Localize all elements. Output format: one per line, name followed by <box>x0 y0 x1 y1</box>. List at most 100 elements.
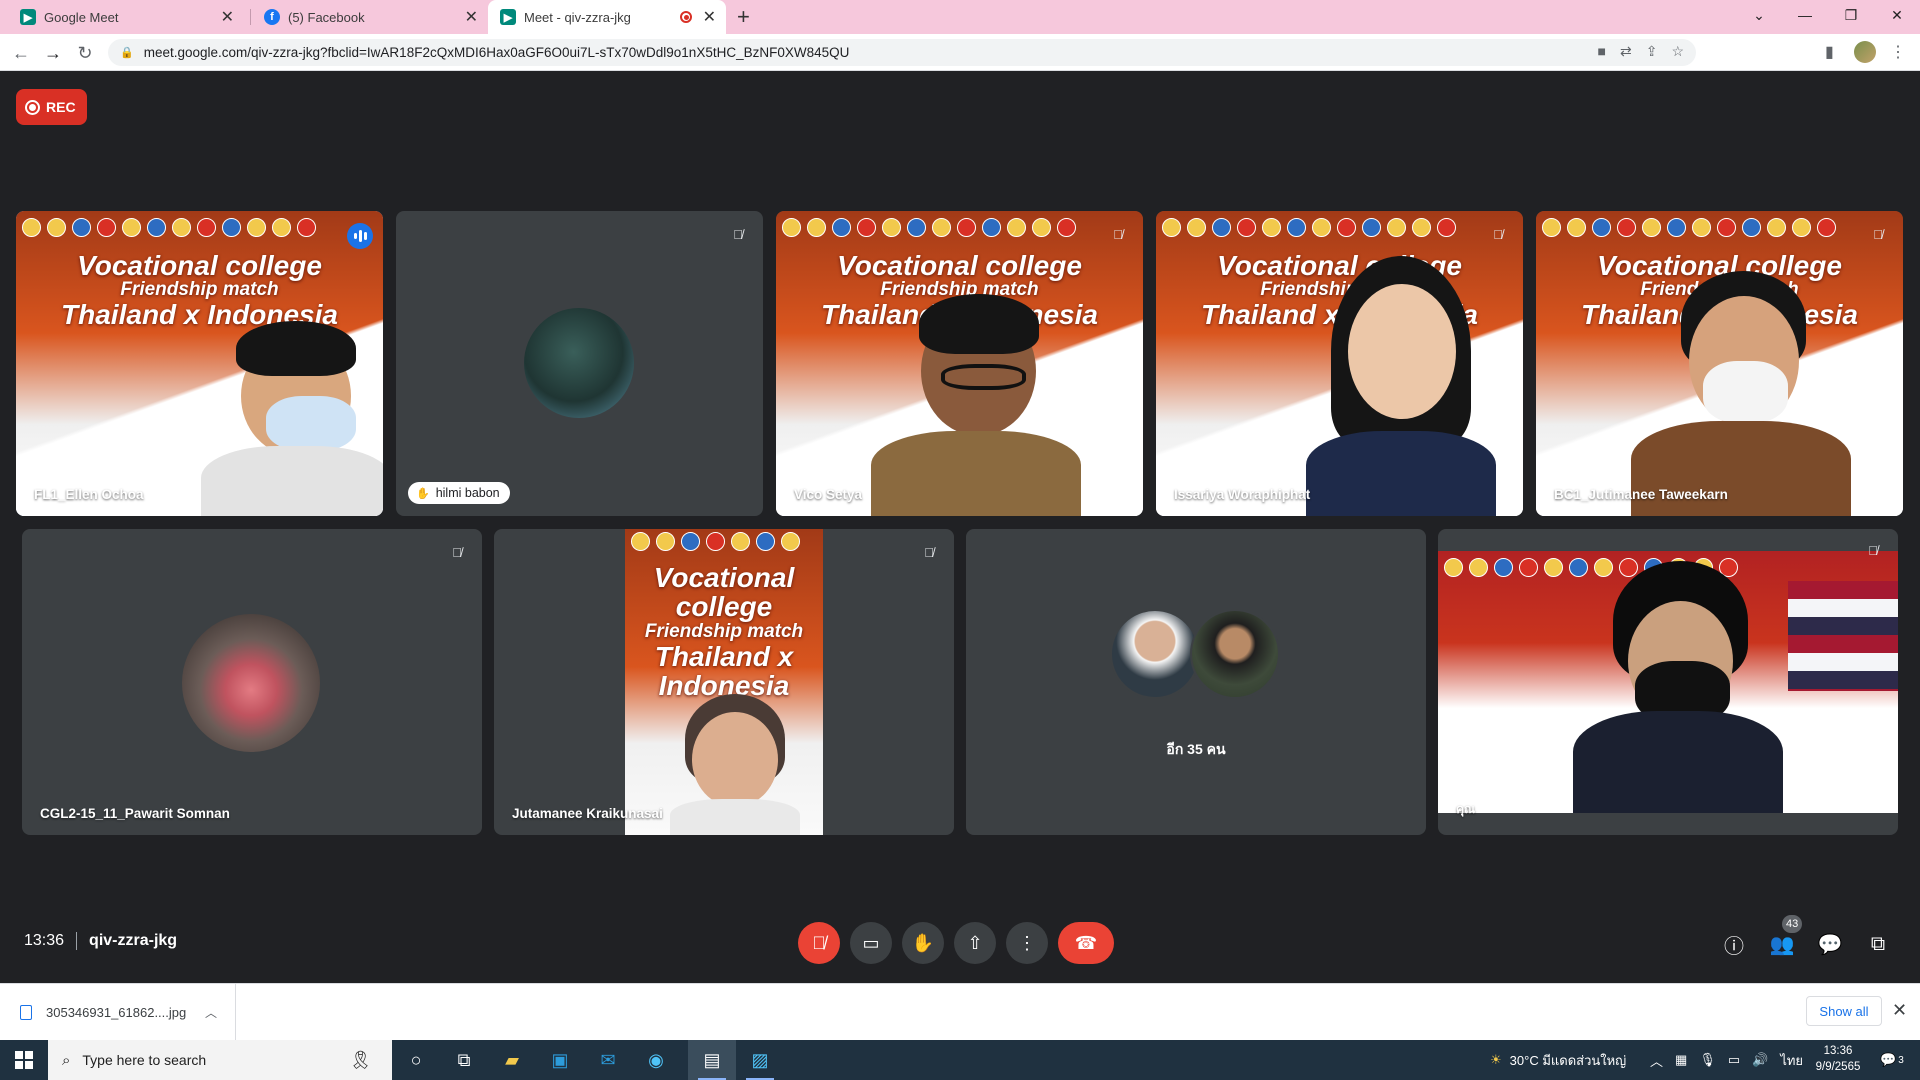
chat-icon[interactable]: 💬 <box>1816 930 1844 958</box>
weather-widget[interactable]: ☀ 30°C มีแดดส่วนใหญ่ <box>1490 1040 1626 1080</box>
recording-badge: REC <box>16 89 87 125</box>
more-options-button[interactable]: ⋮ <box>1006 922 1048 964</box>
participant-tile[interactable]: Vocational college Friendship match Thai… <box>16 211 383 516</box>
participant-tile[interactable]: Vocational college Friendship match Thai… <box>1536 211 1903 516</box>
weather-icon: ☀ <box>1490 1052 1502 1067</box>
mic-toggle-button[interactable]: 🎙̸ <box>798 922 840 964</box>
participant-name: CGL2-15_11_Pawarit Somnan <box>40 806 230 821</box>
mic-off-icon: 🎙̸ <box>1493 226 1503 242</box>
task-view-icon[interactable]: ⧉ <box>440 1040 488 1080</box>
network-icon[interactable]: ▭ <box>1728 1052 1740 1068</box>
name-chip: ✋ hilmi babon <box>408 482 510 504</box>
mic-off-icon: 🎙̸ <box>733 226 743 242</box>
camera-toggle-button[interactable]: ▭ <box>850 922 892 964</box>
close-icon[interactable]: ✕ <box>465 7 478 27</box>
edge-icon[interactable]: ◉ <box>632 1040 680 1080</box>
taskbar-search-input[interactable]: ⌕ Type here to search 🎗 <box>48 1040 392 1080</box>
banner-line: Friendship match <box>644 620 804 642</box>
self-tile[interactable]: 🎙̸ คุณ <box>1438 529 1898 835</box>
participant-video: Vocational college Friendship match Thai… <box>1536 211 1903 516</box>
start-button[interactable] <box>0 1040 48 1080</box>
share-icon[interactable]: ⇪ <box>1646 43 1658 60</box>
mail-icon[interactable]: ✉ <box>584 1040 632 1080</box>
tab-title: Google Meet <box>44 9 119 25</box>
participant-name: BC1_Jutimanee Taweekarn <box>1554 487 1728 502</box>
translate-icon[interactable]: ⇄ <box>1620 43 1632 60</box>
leave-call-button[interactable]: ☎ <box>1058 922 1114 964</box>
ribbon-icon: 🎗 <box>349 1049 372 1070</box>
banner-line: Vocational college <box>653 562 795 623</box>
notification-center[interactable]: 💬 3 <box>1880 1040 1904 1080</box>
tab-meet-active[interactable]: ▶ Meet - qiv-zzra-jkg ✕ <box>488 0 726 34</box>
cortana-icon[interactable]: ○ <box>392 1040 440 1080</box>
present-screen-icon: ⇧ <box>967 932 983 953</box>
mic-off-icon: 🎙̸ <box>1113 226 1123 242</box>
side-panel-icon[interactable]: ▮ <box>1825 42 1834 62</box>
people-count-badge: 43 <box>1782 915 1803 933</box>
address-bar-row: ← → ↻ 🔒 meet.google.com/qiv-zzra-jkg?fbc… <box>0 34 1920 71</box>
restore-button[interactable]: ❐ <box>1828 0 1874 30</box>
chevron-up-icon[interactable]: ︿ <box>205 1004 217 1021</box>
close-icon[interactable]: ✕ <box>703 7 716 27</box>
activities-icon[interactable]: ⧉ <box>1864 930 1892 958</box>
meet-tray-icon[interactable]: ▦ <box>1675 1052 1687 1068</box>
tab-facebook[interactable]: f (5) Facebook ✕ <box>252 0 488 34</box>
banner-line: Friendship match <box>120 279 279 301</box>
show-all-button[interactable]: Show all <box>1806 996 1882 1026</box>
bookmark-star-icon[interactable]: ☆ <box>1671 43 1684 60</box>
meeting-details-icon[interactable]: ⓘ <box>1720 930 1748 958</box>
chevron-up-icon[interactable]: ︿ <box>1650 1051 1663 1070</box>
microphone-icon[interactable]: 🎙 <box>1699 1052 1716 1068</box>
raise-hand-button[interactable]: ✋ <box>902 922 944 964</box>
url-text: meet.google.com/qiv-zzra-jkg?fbclid=IwAR… <box>143 45 850 60</box>
person-figure <box>1631 271 1851 516</box>
others-tile[interactable]: อีก 35 คน <box>966 529 1426 835</box>
windows-taskbar: ⌕ Type here to search 🎗 ○ ⧉ ▰ ▣ ✉ ◉ ▤ ▨ … <box>0 1040 1920 1080</box>
present-button[interactable]: ⇧ <box>954 922 996 964</box>
meeting-code: qiv-zzra-jkg <box>89 932 178 949</box>
system-tray: ︿ ▦ 🎙 ▭ 🔊 ไทย <box>1650 1040 1803 1080</box>
file-explorer-icon[interactable]: ▰ <box>488 1040 536 1080</box>
banner-line: Vocational college <box>837 250 1082 281</box>
tab-search-icon[interactable]: ⌄ <box>1736 0 1782 30</box>
camera-icon[interactable]: ■ <box>1598 43 1606 60</box>
url-input[interactable]: 🔒 meet.google.com/qiv-zzra-jkg?fbclid=Iw… <box>108 39 1696 66</box>
meet-icon: ▶ <box>20 9 36 25</box>
participant-tile[interactable]: Vocational college Friendship match Thai… <box>494 529 954 835</box>
minimize-button[interactable]: — <box>1782 0 1828 30</box>
participant-tile[interactable]: 🎙̸ ✋ hilmi babon <box>396 211 763 516</box>
clock-date: 9/9/2565 <box>1815 1061 1861 1073</box>
menu-icon[interactable]: ⋮ <box>1890 42 1906 62</box>
photos-app-icon[interactable]: ▨ <box>736 1040 784 1080</box>
tab-google-meet[interactable]: ▶ Google Meet ✕ <box>8 0 244 34</box>
profile-avatar[interactable] <box>1854 41 1876 63</box>
close-icon[interactable]: ✕ <box>221 7 234 27</box>
store-icon[interactable]: ▣ <box>536 1040 584 1080</box>
taskbar-clock[interactable]: 13:36 9/9/2565 <box>1806 1043 1870 1075</box>
participant-name: Vico Setya <box>794 487 863 502</box>
mic-off-icon: 🎙̸ <box>1873 226 1883 242</box>
sponsor-logos <box>1162 217 1517 237</box>
meet-icon: ▶ <box>500 9 516 25</box>
download-item[interactable]: 305346931_61862....jpg ︿ <box>0 984 236 1041</box>
forward-icon[interactable]: → <box>40 40 66 66</box>
new-tab-button[interactable]: + <box>737 4 750 30</box>
close-window-button[interactable]: ✕ <box>1874 0 1920 30</box>
meeting-time: 13:36 <box>24 932 65 949</box>
chrome-app-icon[interactable]: ▤ <box>688 1040 736 1080</box>
volume-icon[interactable]: 🔊 <box>1752 1052 1768 1068</box>
hand-icon: ✋ <box>911 932 935 953</box>
language-indicator[interactable]: ไทย <box>1780 1050 1803 1071</box>
participant-avatar <box>524 308 634 418</box>
participant-tile[interactable]: Vocational college Friendship match Thai… <box>1156 211 1523 516</box>
close-icon[interactable]: ✕ <box>1892 1000 1907 1021</box>
back-icon[interactable]: ← <box>8 40 34 66</box>
lock-icon[interactable]: 🔒 <box>120 46 134 59</box>
people-icon[interactable]: 👥 <box>1768 930 1796 958</box>
reload-icon[interactable]: ↻ <box>72 40 98 66</box>
participant-tile[interactable]: 🎙̸ CGL2-15_11_Pawarit Somnan <box>22 529 482 835</box>
download-filename: 305346931_61862....jpg <box>46 1005 187 1020</box>
hand-icon: ✋ <box>416 487 430 500</box>
participant-video: Vocational college Friendship match Thai… <box>776 211 1143 516</box>
participant-tile[interactable]: Vocational college Friendship match Thai… <box>776 211 1143 516</box>
